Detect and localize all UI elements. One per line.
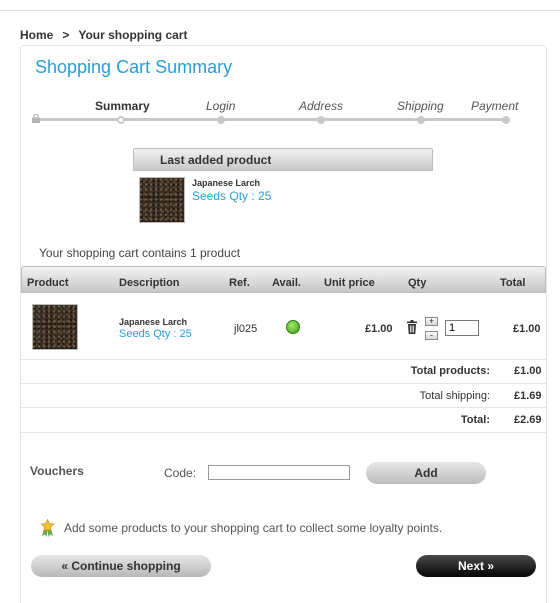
column-header-total: Total (500, 277, 526, 289)
total-label: Total: (460, 414, 490, 426)
total-products-label: Total products: (410, 365, 490, 377)
column-header-product: Product (27, 277, 69, 289)
voucher-code-input[interactable] (208, 465, 350, 480)
total-shipping-value: £1.69 (514, 390, 542, 402)
step-address-dot (317, 116, 325, 124)
quantity-decrease-button[interactable]: - (425, 331, 438, 340)
column-header-unit-price: Unit price (324, 277, 375, 289)
total-value: £2.69 (514, 414, 542, 426)
total-products-value: £1.00 (514, 365, 542, 377)
row-divider (21, 359, 546, 360)
cart-table-header: Product Description Ref. Avail. Unit pri… (21, 266, 546, 293)
next-step-button[interactable]: Next » (416, 555, 536, 577)
step-payment: Payment (471, 99, 519, 113)
column-header-qty: Qty (408, 277, 427, 289)
top-divider (0, 10, 560, 11)
cart-item-attributes: Seeds Qty : 25 (119, 328, 192, 340)
total-shipping-label: Total shipping: (419, 390, 490, 402)
breadcrumb-current: Your shopping cart (78, 28, 188, 42)
last-added-product-image[interactable] (139, 177, 185, 223)
column-header-ref: Ref. (229, 277, 250, 289)
in-stock-icon (286, 320, 300, 334)
cart-item-name[interactable]: Japanese Larch (119, 317, 187, 327)
page-title: Shopping Cart Summary (35, 57, 233, 77)
continue-shopping-button[interactable]: « Continue shopping (31, 555, 211, 577)
quantity-increase-button[interactable]: + (425, 317, 438, 326)
step-summary: Summary (95, 99, 150, 113)
last-added-product-attributes: Seeds Qty : 25 (192, 189, 272, 203)
voucher-code-label: Code: (164, 466, 197, 480)
quantity-input[interactable] (445, 320, 479, 336)
last-added-product-name[interactable]: Japanese Larch (192, 178, 260, 188)
step-shipping: Shipping (397, 99, 444, 113)
loyalty-badge-icon (40, 519, 55, 537)
lock-icon (32, 114, 40, 123)
last-added-heading: Last added product (133, 148, 433, 171)
step-login: Login (206, 99, 236, 113)
step-summary-dot (117, 116, 125, 124)
checkout-progress-line (36, 118, 508, 121)
cart-item-total: £1.00 (513, 323, 541, 335)
column-header-description: Description (119, 277, 180, 289)
totals-divider (21, 383, 546, 384)
breadcrumb-separator: > (62, 28, 70, 42)
step-address: Address (299, 99, 344, 113)
add-voucher-button[interactable]: Add (366, 462, 486, 484)
trash-icon[interactable] (406, 320, 418, 334)
step-shipping-dot (417, 116, 425, 124)
step-login-dot (217, 116, 225, 124)
cart-item-unit-price: £1.00 (365, 323, 393, 335)
cart-item-ref: jl025 (234, 323, 258, 335)
cart-item-image[interactable] (32, 304, 78, 350)
totals-divider (21, 432, 546, 433)
step-payment-dot (502, 116, 510, 124)
totals-divider (21, 407, 546, 408)
vouchers-label: Vouchers (30, 464, 84, 478)
loyalty-points-message: Add some products to your shopping cart … (64, 521, 443, 535)
column-header-availability: Avail. (272, 277, 301, 289)
breadcrumb: Home > Your shopping cart (20, 28, 187, 42)
breadcrumb-home-link[interactable]: Home (20, 28, 53, 42)
cart-count-text: Your shopping cart contains 1 product (39, 246, 241, 260)
